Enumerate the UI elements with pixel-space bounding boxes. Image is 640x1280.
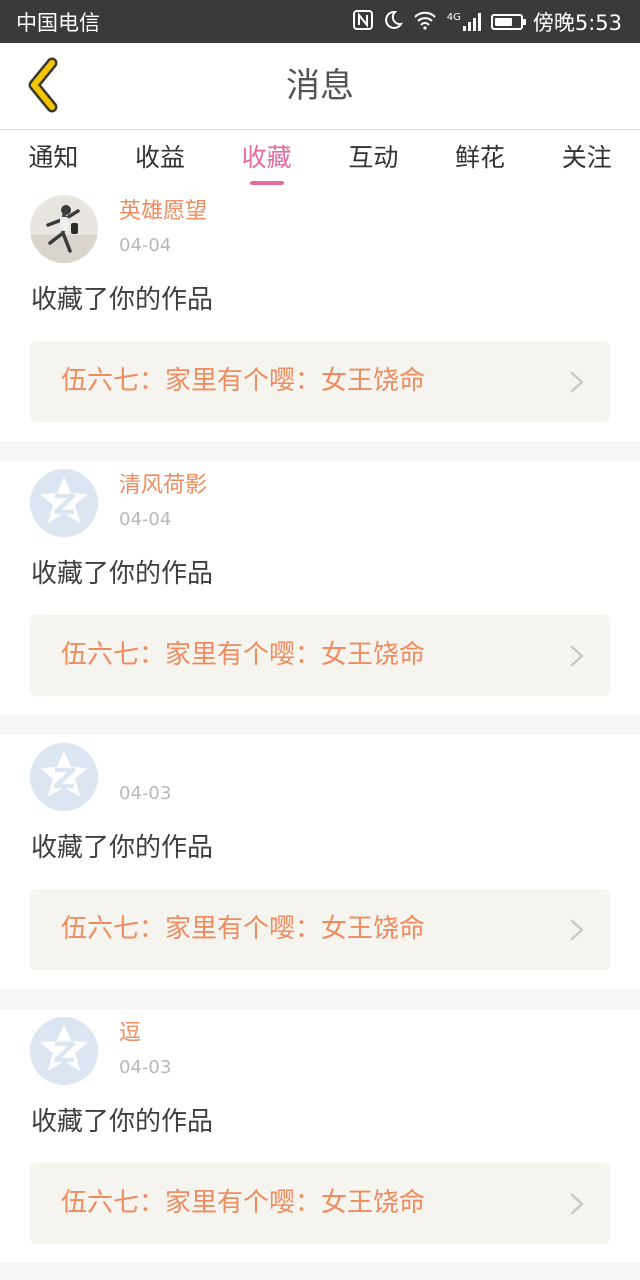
- back-chevron-icon: [28, 57, 58, 113]
- message-date: 04-03: [119, 783, 172, 804]
- work-title: 伍六七：家里有个嘤：女王饶命: [61, 640, 426, 670]
- nav-bar: 消息: [0, 43, 640, 130]
- user-name[interactable]: 清风荷影: [119, 475, 207, 497]
- wifi-icon: [413, 10, 437, 34]
- default-avatar-image: [30, 743, 98, 811]
- tab-2[interactable]: 收藏: [213, 131, 320, 187]
- chevron-right-icon: [570, 371, 584, 393]
- message-date: 04-03: [119, 1057, 172, 1078]
- nfc-icon: [352, 9, 373, 34]
- tab-4[interactable]: 鲜花: [427, 131, 534, 187]
- message-action-text: 收藏了你的作品: [31, 1107, 214, 1137]
- default-avatar-image: [30, 469, 98, 537]
- work-link[interactable]: 伍六七：家里有个嘤：女王饶命: [30, 341, 610, 422]
- default-avatar[interactable]: [30, 743, 98, 811]
- user-name[interactable]: 英雄愿望: [119, 201, 207, 223]
- photo-avatar[interactable]: [30, 195, 98, 263]
- default-avatar[interactable]: [30, 469, 98, 537]
- network-type-label: 4G: [446, 11, 461, 23]
- message-date: 04-04: [119, 509, 172, 530]
- work-link[interactable]: 伍六七：家里有个嘤：女王饶命: [30, 889, 610, 970]
- default-avatar[interactable]: [30, 1017, 98, 1085]
- message-card-2: 04-03 收藏了你的作品 伍六七：家里有个嘤：女王饶命: [0, 735, 640, 989]
- status-bar: 中国电信 4G 傍晚5:53: [0, 0, 640, 43]
- tab-bar: 通知 收益 收藏 互动 鲜花 关注: [0, 131, 640, 187]
- photo-avatar-image: [30, 195, 98, 263]
- work-link[interactable]: 伍六七：家里有个嘤：女王饶命: [30, 615, 610, 696]
- tab-0[interactable]: 通知: [0, 131, 107, 187]
- message-card-1: 清风荷影 04-04 收藏了你的作品 伍六七：家里有个嘤：女王饶命: [0, 461, 640, 715]
- battery-icon: [490, 13, 526, 30]
- user-name[interactable]: 逗: [119, 1023, 141, 1045]
- work-link[interactable]: 伍六七：家里有个嘤：女王饶命: [30, 1163, 610, 1244]
- message-action-text: 收藏了你的作品: [31, 285, 214, 315]
- carrier-label: 中国电信: [16, 10, 100, 35]
- message-card-3: 逗 04-03 收藏了你的作品 伍六七：家里有个嘤：女王饶命: [0, 1009, 640, 1263]
- status-icons: 4G 傍晚5:53: [352, 7, 622, 37]
- back-button[interactable]: [14, 57, 70, 113]
- work-title: 伍六七：家里有个嘤：女王饶命: [61, 914, 426, 944]
- message-date: 04-04: [119, 235, 172, 256]
- chevron-right-icon: [570, 645, 584, 667]
- work-title: 伍六七：家里有个嘤：女王饶命: [61, 366, 426, 396]
- chevron-right-icon: [570, 1193, 584, 1215]
- message-action-text: 收藏了你的作品: [31, 559, 214, 589]
- message-action-text: 收藏了你的作品: [31, 833, 214, 863]
- default-avatar-image: [30, 1017, 98, 1085]
- tab-1[interactable]: 收益: [107, 131, 214, 187]
- battery-fill: [494, 17, 512, 26]
- clock-label: 傍晚5:53: [532, 10, 622, 35]
- tab-3[interactable]: 互动: [320, 131, 427, 187]
- tab-5[interactable]: 关注: [533, 131, 640, 187]
- work-title: 伍六七：家里有个嘤：女王饶命: [61, 1188, 426, 1218]
- chevron-right-icon: [570, 919, 584, 941]
- page-title: 消息: [286, 66, 354, 106]
- message-card-0: 英雄愿望 04-04 收藏了你的作品 伍六七：家里有个嘤：女王饶命: [0, 187, 640, 441]
- signal-icon: 4G: [446, 11, 481, 31]
- message-list[interactable]: 英雄愿望 04-04 收藏了你的作品 伍六七：家里有个嘤：女王饶命 清风荷影 0…: [0, 187, 640, 1280]
- moon-icon: [383, 10, 403, 34]
